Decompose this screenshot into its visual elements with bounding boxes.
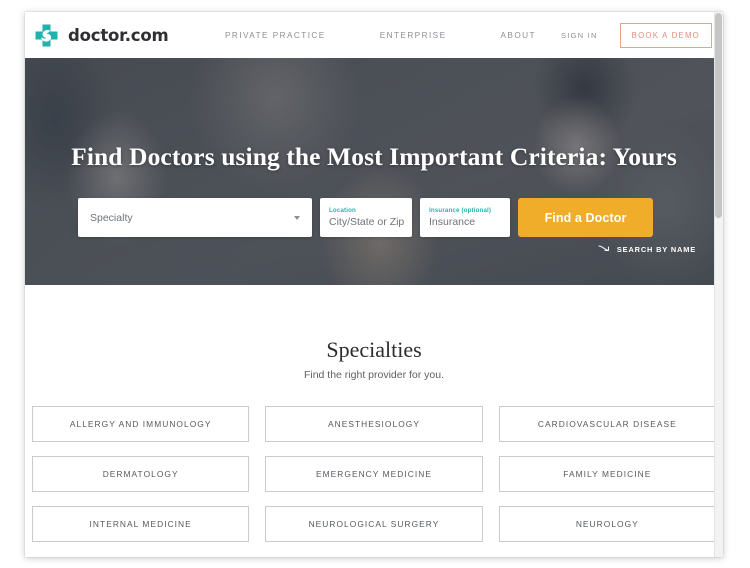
- insurance-field-label: Insurance (optional): [429, 207, 492, 214]
- location-field-label: Location: [329, 207, 356, 214]
- specialty-card[interactable]: INTERNAL MEDICINE: [32, 506, 250, 542]
- specialties-grid: ALLERGY AND IMMUNOLOGY ANESTHESIOLOGY CA…: [32, 406, 716, 542]
- specialty-card[interactable]: NEUROLOGICAL SURGERY: [265, 506, 483, 542]
- site-header: doctor.com PRIVATE PRACTICE ENTERPRISE A…: [25, 12, 723, 58]
- nav-link-private-practice[interactable]: PRIVATE PRACTICE: [225, 31, 326, 40]
- nav-link-about[interactable]: ABOUT: [501, 31, 536, 40]
- specialties-section: Specialties Find the right provider for …: [25, 285, 723, 542]
- specialty-card[interactable]: EMERGENCY MEDICINE: [265, 456, 483, 492]
- vertical-scrollbar[interactable]: [714, 12, 723, 557]
- specialty-card[interactable]: ALLERGY AND IMMUNOLOGY: [32, 406, 250, 442]
- insurance-field-placeholder: Insurance: [429, 216, 476, 228]
- specialty-select[interactable]: Specialty: [78, 198, 312, 237]
- header-actions: SIGN IN BOOK A DEMO: [561, 22, 712, 48]
- brand-logo-link[interactable]: doctor.com: [34, 23, 169, 48]
- insurance-field[interactable]: Insurance (optional) Insurance: [420, 198, 510, 237]
- doctor-search-form: Specialty Location City/State or Zip Ins…: [78, 198, 653, 237]
- specialty-card[interactable]: DERMATOLOGY: [32, 456, 250, 492]
- arrow-right-curve-icon: [598, 245, 609, 251]
- search-by-name-label: SEARCH BY NAME: [616, 244, 696, 254]
- book-a-demo-button[interactable]: BOOK A DEMO: [619, 22, 712, 48]
- main-nav: PRIVATE PRACTICE ENTERPRISE ABOUT: [225, 31, 536, 40]
- search-by-name-link[interactable]: SEARCH BY NAME: [598, 244, 696, 254]
- specialties-subtitle: Find the right provider for you.: [303, 369, 445, 381]
- brand-name: doctor.com: [68, 25, 169, 45]
- sign-in-link[interactable]: SIGN IN: [561, 31, 598, 40]
- hero-section: Find Doctors using the Most Important Cr…: [25, 58, 723, 285]
- specialties-title: Specialties: [326, 337, 422, 362]
- chevron-down-icon: [294, 215, 300, 220]
- specialty-card[interactable]: ANESTHESIOLOGY: [265, 406, 483, 442]
- location-field[interactable]: Location City/State or Zip: [320, 198, 412, 237]
- location-field-placeholder: City/State or Zip: [329, 216, 405, 228]
- find-a-doctor-button[interactable]: Find a Doctor: [518, 198, 653, 237]
- specialty-card[interactable]: NEUROLOGY: [498, 506, 716, 542]
- nav-link-enterprise[interactable]: ENTERPRISE: [380, 31, 447, 40]
- scrollbar-thumb[interactable]: [715, 13, 722, 218]
- browser-page: doctor.com PRIVATE PRACTICE ENTERPRISE A…: [25, 12, 723, 557]
- specialty-select-value: Specialty: [90, 211, 133, 224]
- hero-headline: Find Doctors using the Most Important Cr…: [71, 142, 677, 171]
- specialty-card[interactable]: CARDIOVASCULAR DISEASE: [498, 406, 716, 442]
- medical-cross-swirl-icon: [35, 24, 58, 46]
- specialty-card[interactable]: FAMILY MEDICINE: [498, 456, 716, 492]
